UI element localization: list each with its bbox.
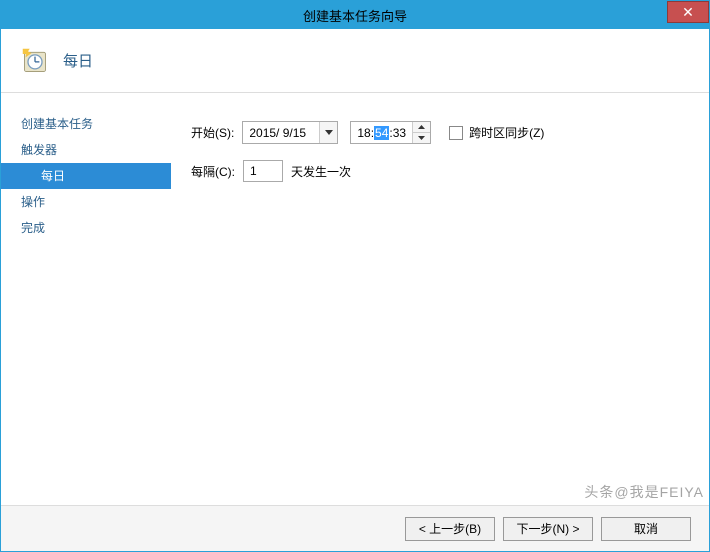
chevron-up-icon bbox=[418, 125, 425, 129]
time-value: 18:54:33 bbox=[351, 122, 412, 143]
date-value: 2015/ 9/15 bbox=[243, 122, 319, 143]
clock-new-icon bbox=[21, 47, 49, 75]
spinner-down-button[interactable] bbox=[413, 133, 430, 143]
wizard-footer: < 上一步(B) 下一步(N) > 取消 bbox=[1, 505, 709, 551]
sidebar-item-create-task[interactable]: 创建基本任务 bbox=[1, 111, 171, 137]
sync-timezone-checkbox[interactable] bbox=[449, 126, 463, 140]
cancel-button[interactable]: 取消 bbox=[601, 517, 691, 541]
interval-row: 每隔(C): 天发生一次 bbox=[191, 160, 689, 182]
start-label: 开始(S): bbox=[191, 124, 234, 141]
sync-timezone-label: 跨时区同步(Z) bbox=[469, 124, 544, 141]
wizard-body: 创建基本任务 触发器 每日 操作 完成 开始(S): 2015/ 9/15 18… bbox=[1, 93, 709, 505]
close-icon: ✕ bbox=[682, 4, 694, 21]
interval-label: 每隔(C): bbox=[191, 163, 235, 180]
page-title: 每日 bbox=[63, 50, 93, 71]
spinner-up-button[interactable] bbox=[413, 122, 430, 133]
date-picker[interactable]: 2015/ 9/15 bbox=[242, 121, 338, 144]
sidebar-item-action[interactable]: 操作 bbox=[1, 189, 171, 215]
window-title: 创建基本任务向导 bbox=[303, 6, 407, 25]
chevron-down-icon bbox=[418, 136, 425, 140]
sidebar-item-trigger[interactable]: 触发器 bbox=[1, 137, 171, 163]
back-button[interactable]: < 上一步(B) bbox=[405, 517, 495, 541]
wizard-window: 创建基本任务向导 ✕ 每日 创建基本任务 触发器 每日 操作 完成 bbox=[0, 0, 710, 552]
sidebar-item-daily[interactable]: 每日 bbox=[1, 163, 171, 189]
next-button[interactable]: 下一步(N) > bbox=[503, 517, 593, 541]
interval-suffix: 天发生一次 bbox=[291, 163, 351, 180]
wizard-sidebar: 创建基本任务 触发器 每日 操作 完成 bbox=[1, 93, 171, 505]
titlebar: 创建基本任务向导 ✕ bbox=[1, 1, 709, 29]
wizard-content: 开始(S): 2015/ 9/15 18:54:33 bbox=[171, 93, 709, 505]
interval-input[interactable] bbox=[243, 160, 283, 182]
close-button[interactable]: ✕ bbox=[667, 1, 709, 23]
chevron-down-icon bbox=[325, 130, 333, 135]
start-row: 开始(S): 2015/ 9/15 18:54:33 bbox=[191, 121, 689, 144]
time-spinner bbox=[412, 122, 430, 143]
sync-timezone-group: 跨时区同步(Z) bbox=[449, 124, 544, 141]
date-dropdown-button[interactable] bbox=[319, 122, 337, 143]
time-picker[interactable]: 18:54:33 bbox=[350, 121, 431, 144]
time-minute-selected: 54 bbox=[374, 126, 389, 140]
sidebar-item-finish[interactable]: 完成 bbox=[1, 215, 171, 241]
wizard-header: 每日 bbox=[1, 29, 709, 93]
